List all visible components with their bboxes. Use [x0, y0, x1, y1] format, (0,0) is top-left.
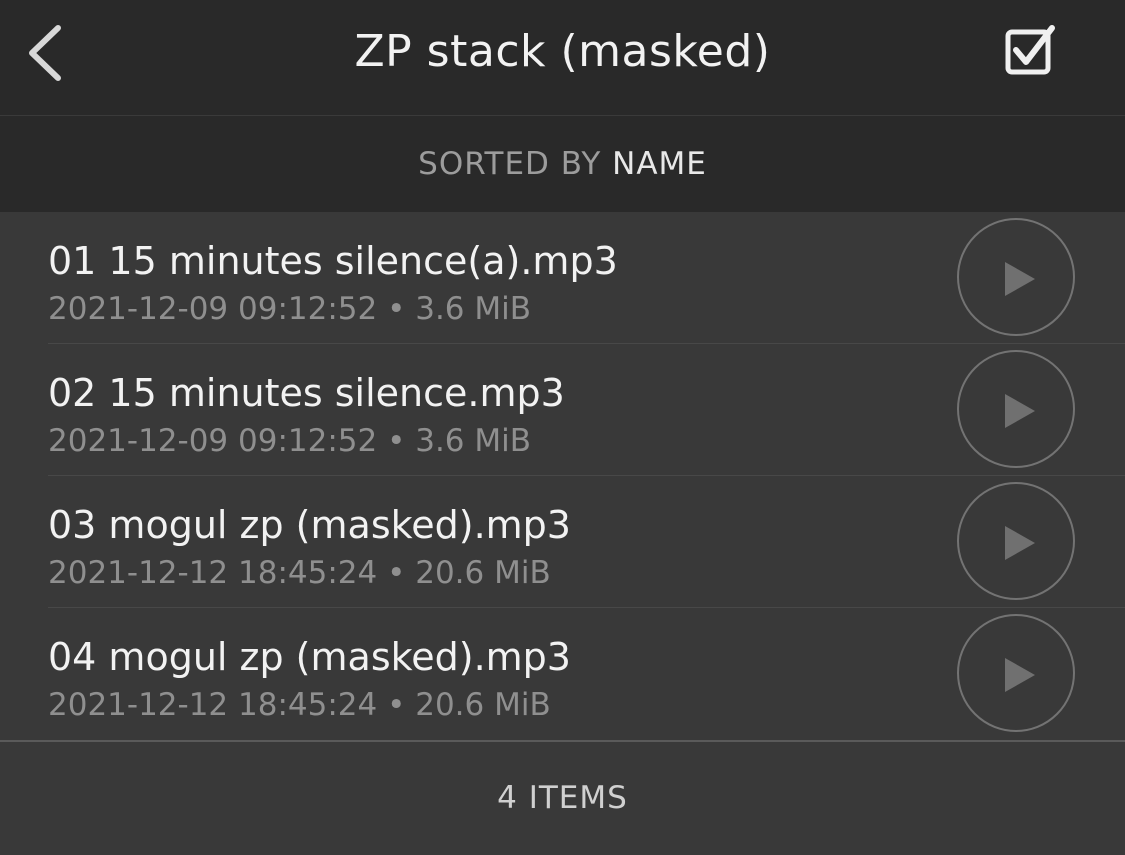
- play-button[interactable]: [957, 218, 1075, 336]
- footer-bar: 4 ITEMS: [0, 740, 1125, 855]
- sort-value[interactable]: NAME: [612, 146, 707, 182]
- play-button[interactable]: [957, 350, 1075, 468]
- play-icon: [1005, 658, 1035, 692]
- file-meta: 2021-12-09 09:12:52 • 3.6 MiB: [48, 291, 532, 327]
- app-window: ZP stack (masked) SORTED BY NAME 01 15 m…: [0, 0, 1125, 855]
- file-list: 01 15 minutes silence(a).mp3 2021-12-09 …: [0, 212, 1125, 740]
- file-meta: 2021-12-12 18:45:24 • 20.6 MiB: [48, 555, 551, 591]
- file-row[interactable]: 02 15 minutes silence.mp3 2021-12-09 09:…: [0, 344, 1125, 476]
- checkbox-checked-icon: [1005, 25, 1055, 75]
- file-row[interactable]: 04 mogul zp (masked).mp3 2021-12-12 18:4…: [0, 608, 1125, 740]
- page-title: ZP stack (masked): [354, 26, 771, 77]
- file-name: 03 mogul zp (masked).mp3: [48, 503, 571, 547]
- file-row[interactable]: 01 15 minutes silence(a).mp3 2021-12-09 …: [0, 212, 1125, 344]
- sort-bar[interactable]: SORTED BY NAME: [0, 116, 1125, 212]
- play-icon: [1005, 262, 1035, 296]
- file-meta: 2021-12-09 09:12:52 • 3.6 MiB: [48, 423, 532, 459]
- play-icon: [1005, 526, 1035, 560]
- file-row[interactable]: 03 mogul zp (masked).mp3 2021-12-12 18:4…: [0, 476, 1125, 608]
- file-name: 01 15 minutes silence(a).mp3: [48, 239, 618, 283]
- header-bar: ZP stack (masked): [0, 0, 1125, 116]
- file-meta: 2021-12-12 18:45:24 • 20.6 MiB: [48, 687, 551, 723]
- sort-label: SORTED BY: [418, 146, 602, 182]
- play-button[interactable]: [957, 482, 1075, 600]
- file-name: 04 mogul zp (masked).mp3: [48, 635, 571, 679]
- item-count: 4 ITEMS: [497, 780, 628, 816]
- select-button[interactable]: [998, 20, 1062, 84]
- file-name: 02 15 minutes silence.mp3: [48, 371, 565, 415]
- play-icon: [1005, 394, 1035, 428]
- play-button[interactable]: [957, 614, 1075, 732]
